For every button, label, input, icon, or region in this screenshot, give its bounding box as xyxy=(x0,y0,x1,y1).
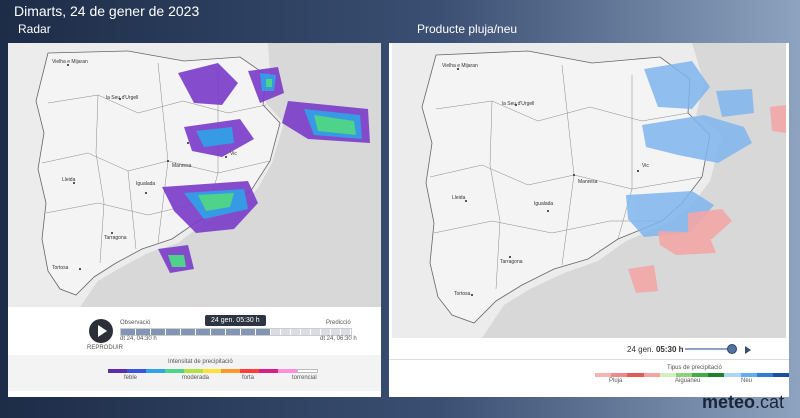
play-label: REPRODUIR xyxy=(87,345,124,351)
color-swatch xyxy=(221,369,241,373)
intensity-legend-title: Intensitat de precipitació xyxy=(168,359,233,365)
radar-label-vielha: Vielha e Mijaran xyxy=(52,59,88,65)
color-swatch xyxy=(675,373,693,377)
forecast-time: dt 24, 06:30 h xyxy=(320,336,357,342)
product-label-igualada: Igualada xyxy=(534,201,553,207)
product-time-prefix: 24 gen. xyxy=(627,345,654,354)
product-slider-handle[interactable] xyxy=(727,344,737,354)
product-label-vic: Vic xyxy=(642,163,649,169)
type-color-bar xyxy=(595,373,790,377)
radar-label-tarragona: Tarragona xyxy=(104,235,127,241)
product-label-tarragona: Tarragona xyxy=(500,259,523,265)
timeline-forecast xyxy=(271,329,351,335)
color-swatch xyxy=(126,369,146,373)
color-swatch xyxy=(183,369,203,373)
brand-name: meteo xyxy=(701,392,755,412)
color-swatch xyxy=(740,373,757,377)
radar-map[interactable]: Vielha e Mijaran la Seu d'Urgell Vic Man… xyxy=(8,43,381,307)
brand-logo[interactable]: meteo.cat xyxy=(702,392,784,413)
color-swatch xyxy=(164,369,184,373)
intensity-label-feble: feble xyxy=(124,375,138,381)
intensity-legend: Intensitat de precipitació feble moderad… xyxy=(8,355,381,391)
radar-label-seu: la Seu d'Urgell xyxy=(106,95,138,101)
radar-panel: Vielha e Mijaran la Seu d'Urgell Vic Man… xyxy=(8,43,381,397)
color-swatch xyxy=(627,373,644,377)
color-swatch xyxy=(772,373,790,377)
radar-label-tortosa: Tortosa xyxy=(52,265,69,271)
color-swatch xyxy=(145,369,165,373)
product-time-display: 24 gen. 05:30 h xyxy=(627,345,684,354)
color-swatch xyxy=(108,369,127,373)
intensity-color-bar xyxy=(108,369,318,373)
type-label-pluja: Pluja xyxy=(609,378,623,384)
product-title: Producte pluja/neu xyxy=(417,22,518,36)
color-swatch xyxy=(202,369,222,373)
color-swatch xyxy=(595,373,612,377)
product-slider-track[interactable] xyxy=(685,348,729,350)
product-time-value: 05:30 h xyxy=(655,345,684,354)
color-swatch xyxy=(659,373,676,377)
forecast-label: Predicció xyxy=(326,320,351,326)
product-label-lleida: Lleida xyxy=(452,195,466,201)
color-swatch xyxy=(756,373,773,377)
intensity-label-forta: forta xyxy=(242,375,255,381)
color-swatch xyxy=(692,373,709,377)
product-map[interactable]: Vielha e Mijaran la Seu d'Urgell Vic Man… xyxy=(392,43,786,338)
radar-title: Radar xyxy=(18,22,51,36)
divider xyxy=(389,359,789,360)
color-swatch xyxy=(278,369,298,373)
observed-time: dt 24, 04:30 h xyxy=(120,336,157,342)
radar-label-igualada: Igualada xyxy=(136,181,155,187)
play-button[interactable] xyxy=(89,319,113,343)
product-panel: Vielha e Mijaran la Seu d'Urgell Vic Man… xyxy=(389,43,790,397)
product-label-vielha: Vielha e Mijaran xyxy=(442,63,478,69)
color-swatch xyxy=(297,369,318,373)
color-swatch xyxy=(643,373,660,377)
type-label-neu: Neu xyxy=(741,378,753,384)
intensity-label-moderada: moderada xyxy=(182,375,210,381)
radar-label-lleida: Lleida xyxy=(62,177,76,183)
product-label-manresa: Manresa xyxy=(578,179,598,185)
product-play-icon[interactable] xyxy=(745,346,751,354)
product-label-tortosa: Tortosa xyxy=(454,291,471,297)
type-label-aiguaneu: Aiguaneu xyxy=(675,378,701,384)
observed-label: Observació xyxy=(120,320,151,326)
timeline-track[interactable] xyxy=(120,328,352,336)
type-legend-title: Tipus de precipitació xyxy=(667,365,722,371)
color-swatch xyxy=(611,373,628,377)
radar-label-manresa: Manresa xyxy=(172,163,192,169)
color-swatch xyxy=(708,373,725,377)
page-date: Dimarts, 24 de gener de 2023 xyxy=(14,3,200,19)
color-swatch xyxy=(724,373,741,377)
current-time-tooltip: 24 gen. 05:30 h xyxy=(205,315,266,326)
color-swatch xyxy=(259,369,279,373)
intensity-label-torrencial: torrencial xyxy=(292,375,317,381)
color-swatch xyxy=(240,369,260,373)
brand-tld: .cat xyxy=(754,392,784,412)
product-label-seu: la Seu d'Urgell xyxy=(502,101,534,107)
timeline-observed xyxy=(121,329,271,335)
radar-label-vic: Vic xyxy=(230,151,237,157)
